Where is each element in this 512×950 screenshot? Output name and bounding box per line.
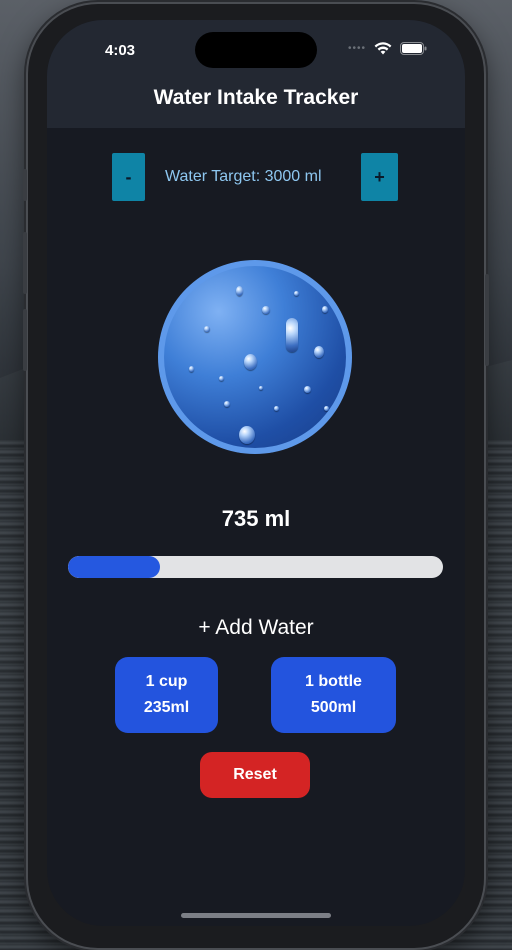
page-title: Water Intake Tracker: [153, 86, 359, 109]
add-cup-label: 1 cup: [145, 673, 188, 690]
power-button: [485, 274, 489, 366]
water-image: [158, 260, 352, 454]
status-icons: ••••: [348, 42, 427, 55]
water-target-row: - Water Target: 3000 ml +: [47, 153, 465, 201]
add-bottle-button[interactable]: 1 bottle 500ml: [271, 657, 396, 733]
volume-down-button: [23, 309, 27, 371]
add-cup-button[interactable]: 1 cup 235ml: [115, 657, 218, 733]
dynamic-island: [195, 32, 317, 68]
add-bottle-volume: 500ml: [310, 699, 357, 716]
cellular-signal-icon: ••••: [347, 43, 366, 54]
app-screen: 4:03 •••• Water Intake Tracker - Water T…: [47, 20, 465, 926]
water-droplets-picture: [164, 266, 346, 448]
water-target-label: Water Target: 3000 ml: [165, 168, 322, 185]
mute-switch: [23, 169, 27, 201]
volume-up-button: [23, 232, 27, 294]
status-time: 4:03: [105, 42, 136, 59]
app-header: Water Intake Tracker: [47, 80, 465, 128]
add-cup-volume: 235ml: [143, 699, 190, 716]
status-bar: 4:03 ••••: [47, 20, 465, 80]
add-bottle-label: 1 bottle: [305, 673, 362, 690]
reset-button[interactable]: Reset: [200, 752, 310, 798]
wifi-icon: [374, 42, 392, 55]
intake-amount: 735 ml: [221, 506, 291, 531]
intake-progress-bar: [68, 556, 443, 578]
increase-target-button[interactable]: +: [361, 153, 398, 201]
battery-icon: [400, 42, 427, 55]
add-water-heading: + Add Water: [198, 616, 314, 639]
intake-progress-fill: [68, 556, 160, 578]
home-indicator[interactable]: [181, 913, 331, 918]
decrease-target-button[interactable]: -: [112, 153, 145, 201]
